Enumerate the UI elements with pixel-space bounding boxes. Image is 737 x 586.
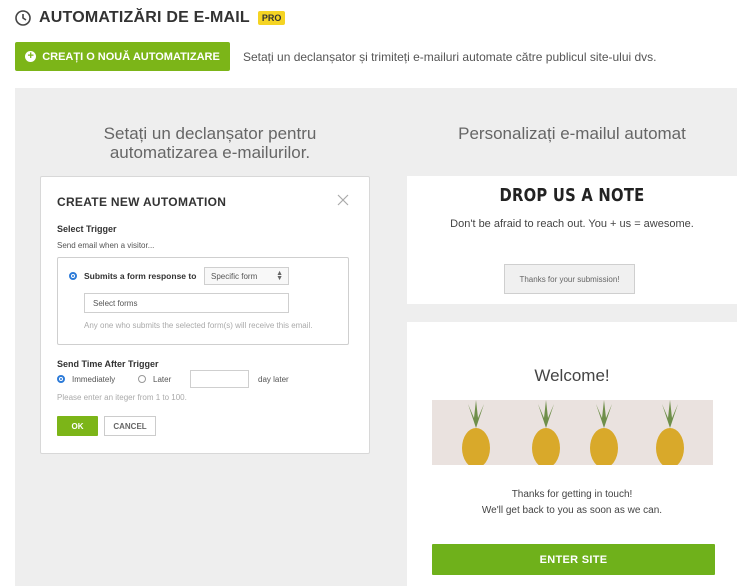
page-title: AUTOMATIZĂRI DE E-MAIL [39,9,250,26]
trigger-heading-line2: automatizarea e-mailurilor. [109,143,311,162]
immediately-label: Immediately [72,375,116,384]
trigger-heading-line1: Setați un declanșator pentru [103,124,317,143]
create-automation-button[interactable]: + CREAȚI O NOUĂ AUTOMATIZARE [15,42,230,71]
send-time-label: Send Time After Trigger [57,359,159,369]
day-later-label: day later [258,375,289,384]
form-preview-subtitle: Don't be afraid to reach out. You + us =… [450,218,694,230]
select-arrows-icon: ▲ ▼ [276,270,283,282]
form-preview-title: DROP US A NOTE [499,185,645,206]
form-type-select[interactable]: Specific form ▲ ▼ [204,267,289,285]
page-header: AUTOMATIZĂRI DE E-MAIL PRO [14,8,286,28]
modal-title: CREATE NEW AUTOMATION [57,195,227,209]
immediately-radio[interactable] [57,375,65,383]
trigger-hint: Send email when a visitor... [57,241,155,250]
pineapple-graphic [462,400,684,465]
pro-badge: PRO [257,11,286,25]
create-automation-label: CREAȚI O NOUĂ AUTOMATIZARE [42,50,220,63]
email-message-line1: Thanks for getting in touch! [511,489,633,500]
customize-section-heading: Personalizați e-mailul automat [458,124,686,143]
email-message-line2: We'll get back to you as soon as we can. [481,505,663,516]
forms-note: Any one who submits the selected form(s)… [84,321,313,330]
form-response-radio[interactable] [69,272,77,280]
close-icon[interactable] [336,193,350,207]
pineapple-image [432,400,713,465]
integer-hint: Please enter an iteger from 1 to 100. [57,393,187,402]
form-type-value: Specific form [211,271,258,281]
days-input[interactable] [190,370,249,388]
ok-button[interactable]: OK [57,416,98,436]
header-description: Setați un declanșator și trimiteți e-mai… [243,50,657,64]
email-preview-title: Welcome! [534,366,610,385]
clock-icon [15,10,31,26]
form-response-label: Submits a form response to [84,271,197,281]
select-forms-input[interactable]: Select forms [84,293,289,313]
later-radio[interactable] [138,375,146,383]
enter-site-button[interactable]: ENTER SITE [432,544,715,575]
select-trigger-label: Select Trigger [57,224,117,234]
cancel-button[interactable]: CANCEL [104,416,156,436]
plus-circle-icon: + [25,51,37,62]
trigger-section-heading: Setați un declanșator pentru automatizar… [60,124,360,162]
later-label: Later [153,375,172,384]
thanks-message-box: Thanks for your submission! [504,264,635,294]
